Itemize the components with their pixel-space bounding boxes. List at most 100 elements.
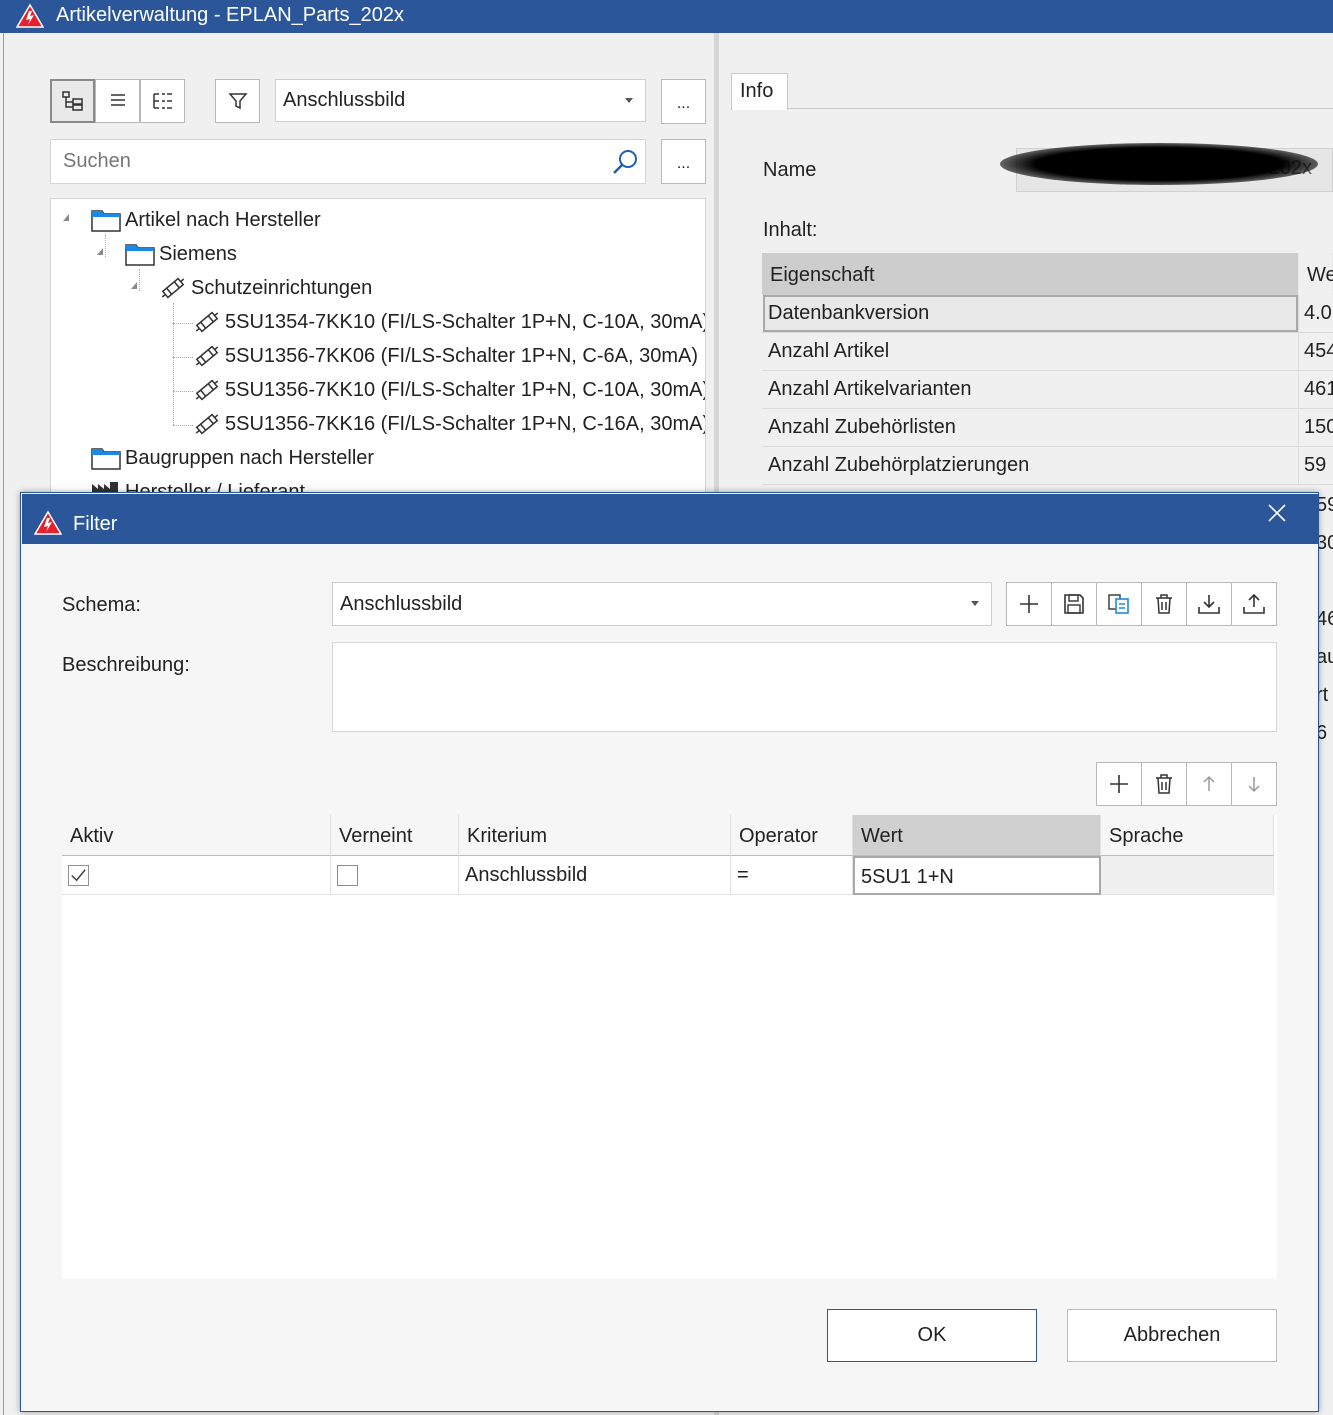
component-icon	[195, 311, 219, 333]
cell-operator[interactable]: =	[731, 856, 853, 895]
column-header-verneint[interactable]: Verneint	[331, 815, 459, 856]
inhalt-label: Inhalt:	[763, 219, 818, 241]
tree-node-label: Siemens	[159, 242, 237, 265]
cell-kriterium[interactable]: Anschlussbild	[459, 856, 731, 895]
tree-node-baugruppen[interactable]: Baugruppen nach Hersteller	[91, 443, 374, 473]
beschreibung-textarea[interactable]	[332, 642, 1277, 732]
search-icon[interactable]	[611, 148, 639, 176]
tree-node-label: Baugruppen nach Hersteller	[125, 446, 375, 469]
tree-list-icon	[152, 93, 172, 109]
column-header-aktiv[interactable]: Aktiv	[62, 815, 331, 856]
schema-copy-button[interactable]	[1096, 582, 1142, 626]
article-tree[interactable]: Artikel nach Hersteller Siemens Schutzei…	[50, 198, 706, 493]
ok-label: OK	[917, 1324, 947, 1346]
property-key: Anzahl Artikel	[768, 340, 890, 362]
column-header-kriterium[interactable]: Kriterium	[459, 815, 731, 856]
filter-dialog-titlebar: Filter	[22, 494, 1318, 544]
cell-wert[interactable]: 5SU1 1+N	[853, 856, 1101, 895]
list-icon	[110, 94, 125, 106]
plus-icon	[1020, 595, 1038, 613]
column-header-wert[interactable]: We	[1299, 253, 1333, 295]
tab-info[interactable]: Info	[731, 73, 788, 110]
tree-node-article-4[interactable]: 5SU1356-7KK16 (FI/LS-Schalter 1P+N, C-16…	[193, 409, 705, 439]
column-header-label: Wert	[861, 825, 903, 847]
schema-import-button[interactable]	[1186, 582, 1232, 626]
table-row[interactable]: Anzahl Zubehörlisten 150	[762, 409, 1333, 447]
chevron-down-icon	[625, 97, 633, 103]
property-key: Anzahl Zubehörlisten	[768, 416, 956, 438]
criteria-grid[interactable]: Aktiv Verneint Kriterium Operator Wert S…	[62, 815, 1277, 1279]
column-header-wert[interactable]: Wert	[853, 815, 1101, 856]
arrow-down-icon	[1248, 777, 1260, 793]
schema-delete-button[interactable]	[1141, 582, 1187, 626]
list-view-button[interactable]	[95, 79, 140, 123]
schema-save-button[interactable]	[1051, 582, 1097, 626]
filter-button[interactable]	[215, 79, 260, 123]
criterion-move-down-button[interactable]	[1231, 762, 1277, 806]
tree-expander-icon[interactable]	[97, 248, 103, 255]
criterion-delete-button[interactable]	[1141, 762, 1187, 806]
eplan-logo-icon	[16, 3, 44, 28]
tree-expander-icon[interactable]	[131, 282, 137, 289]
copy-icon	[1108, 594, 1129, 614]
cancel-button[interactable]: Abbrechen	[1067, 1309, 1277, 1362]
column-header-label: Sprache	[1109, 825, 1184, 847]
column-header-label: Kriterium	[467, 825, 548, 847]
tree-node-article-2[interactable]: 5SU1356-7KK06 (FI/LS-Schalter 1P+N, C-6A…	[193, 341, 698, 371]
component-icon	[195, 413, 219, 435]
table-row[interactable]: Anzahl Zubehörplatzierungen 59	[762, 447, 1333, 485]
cell-verneint[interactable]	[331, 856, 459, 895]
schema-export-button[interactable]	[1231, 582, 1277, 626]
cell-sprache[interactable]	[1101, 856, 1274, 895]
tree-list-view-button[interactable]	[140, 79, 185, 123]
property-value: 4.0	[1304, 302, 1332, 324]
tree-node-label: 5SU1356-7KK10 (FI/LS-Schalter 1P+N, C-10…	[225, 378, 706, 401]
chevron-down-icon	[971, 601, 979, 606]
ok-button[interactable]: OK	[827, 1309, 1037, 1362]
column-header-eigenschaft[interactable]: Eigenschaft	[762, 253, 1299, 295]
more-label: ...	[676, 155, 691, 172]
tree-view-button[interactable]	[50, 79, 95, 123]
redaction-scribble	[1000, 143, 1318, 185]
export-icon	[1243, 593, 1265, 614]
tree-node-article-3[interactable]: 5SU1356-7KK10 (FI/LS-Schalter 1P+N, C-10…	[193, 375, 706, 405]
column-header-label: Eigenschaft	[770, 264, 875, 286]
tree-node-label: Schutzeinrichtungen	[191, 276, 373, 299]
filter-schema-value: Anschlussbild	[283, 89, 406, 111]
tree-node-article-1[interactable]: 5SU1354-7KK10 (FI/LS-Schalter 1P+N, C-10…	[193, 307, 706, 337]
tree-node-label: Artikel nach Hersteller	[125, 208, 321, 231]
criterion-add-button[interactable]	[1096, 762, 1142, 806]
arrow-up-icon	[1203, 775, 1215, 791]
search-more-button[interactable]: ...	[661, 139, 706, 184]
table-row[interactable]: Datenbankversion 4.0	[762, 295, 1333, 333]
cell-operator-text: =	[737, 864, 749, 886]
funnel-icon	[227, 93, 248, 110]
tree-node-schutzeinrichtungen[interactable]: Schutzeinrichtungen	[159, 273, 372, 303]
schema-combo[interactable]: Anschlussbild	[332, 582, 992, 626]
property-key: Datenbankversion	[768, 302, 930, 324]
cell-kriterium-text: Anschlussbild	[465, 864, 588, 886]
checkbox-checked-icon[interactable]	[68, 865, 89, 886]
filter-more-button[interactable]: ...	[661, 79, 706, 124]
tree-expander-icon[interactable]	[63, 214, 69, 221]
criterion-move-up-button[interactable]	[1186, 762, 1232, 806]
table-row[interactable]: Anzahl Artikelvarianten 461	[762, 371, 1333, 409]
tree-node-artikel-nach-hersteller[interactable]: Artikel nach Hersteller	[91, 205, 321, 235]
schema-label: Schema:	[62, 594, 141, 616]
tree-node-label: 5SU1354-7KK10 (FI/LS-Schalter 1P+N, C-10…	[225, 310, 706, 333]
tree-view-icon	[61, 91, 83, 111]
tree-node-hersteller[interactable]: Hersteller / Lieferant	[91, 477, 305, 492]
table-row[interactable]: Anzahl Artikel 454	[762, 333, 1333, 371]
tree-node-siemens[interactable]: Siemens	[125, 239, 237, 269]
search-input[interactable]: Suchen	[50, 139, 646, 184]
schema-new-button[interactable]	[1006, 582, 1052, 626]
column-header-sprache[interactable]: Sprache	[1101, 815, 1274, 856]
cell-aktiv[interactable]	[62, 856, 331, 895]
cancel-label: Abbrechen	[1123, 1324, 1221, 1346]
column-header-operator[interactable]: Operator	[731, 815, 853, 856]
filter-schema-combo[interactable]: Anschlussbild	[275, 79, 646, 122]
cell-wert-text: 5SU1 1+N	[861, 866, 954, 888]
column-header-label: Verneint	[339, 825, 413, 847]
checkbox-unchecked-icon[interactable]	[337, 865, 358, 886]
close-icon[interactable]	[1266, 502, 1288, 524]
